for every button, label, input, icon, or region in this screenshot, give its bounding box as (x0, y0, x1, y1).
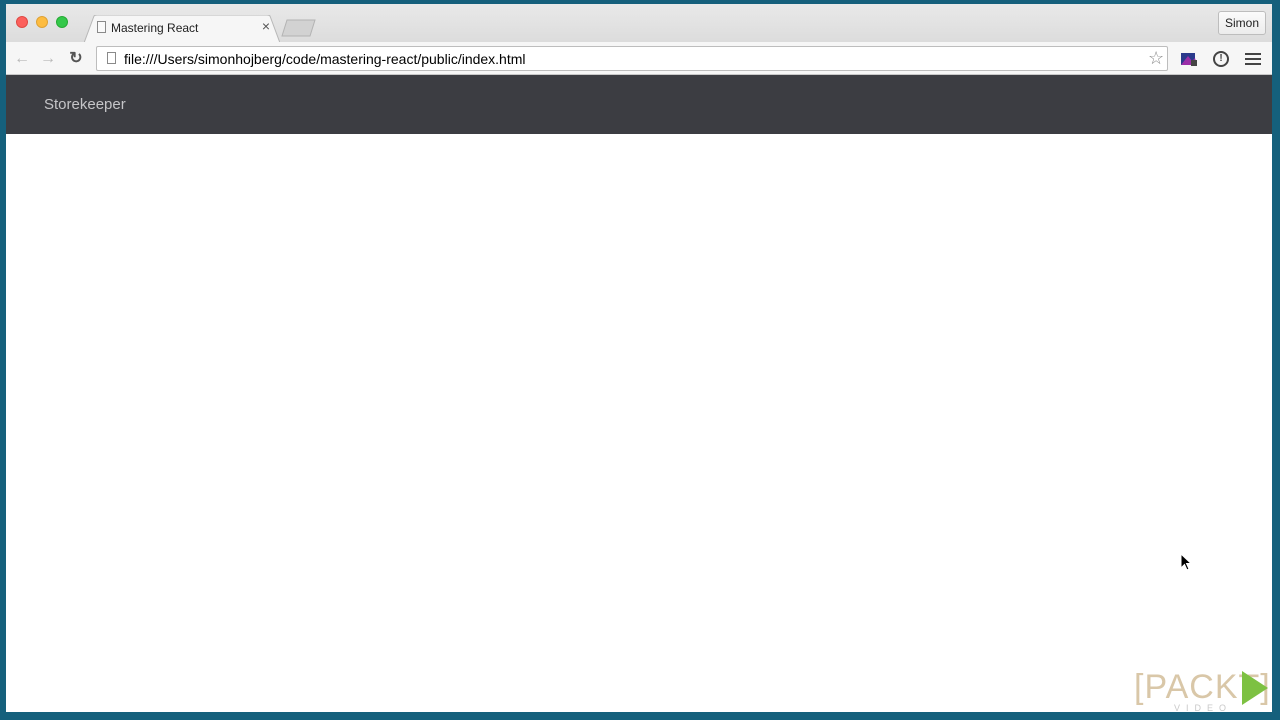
new-tab-button[interactable] (281, 19, 317, 37)
page-content (6, 134, 1272, 712)
back-arrow-icon[interactable]: ← (13, 50, 31, 68)
page-icon (107, 52, 116, 64)
minimize-window-button[interactable] (36, 16, 48, 28)
profile-button[interactable]: Simon (1218, 11, 1266, 35)
tab-close-icon[interactable]: × (260, 19, 272, 33)
tab-mastering-react[interactable]: Mastering React × (84, 15, 280, 43)
watermark-sub: VIDEO (1174, 703, 1233, 713)
play-icon (1242, 671, 1268, 705)
browser-window: Mastering React × Simon ← → ↻ file:///Us… (6, 4, 1272, 712)
page-icon (97, 21, 106, 33)
tab-strip: Mastering React × Simon (6, 4, 1272, 43)
extension-icon[interactable] (1180, 51, 1198, 67)
app-navbar: Storekeeper (6, 75, 1272, 134)
forward-arrow-icon[interactable]: → (39, 50, 57, 68)
star-icon[interactable]: ☆ (1148, 48, 1164, 68)
close-window-button[interactable] (16, 16, 28, 28)
browser-toolbar: ← → ↻ file:///Users/simonhojberg/code/ma… (6, 42, 1272, 75)
desktop-frame: Mastering React × Simon ← → ↻ file:///Us… (0, 0, 1280, 720)
info-icon[interactable]: ! (1213, 51, 1229, 67)
navbar-brand[interactable]: Storekeeper (44, 96, 126, 113)
tab-title: Mastering React (111, 21, 199, 35)
reload-icon[interactable]: ↻ (67, 50, 85, 68)
mouse-cursor-icon (1180, 553, 1192, 571)
address-bar[interactable]: file:///Users/simonhojberg/code/masterin… (96, 46, 1168, 71)
packt-watermark: [PACKT] VIDEO (1134, 667, 1274, 715)
hamburger-menu-icon[interactable] (1245, 53, 1261, 65)
zoom-window-button[interactable] (56, 16, 68, 28)
url-text[interactable]: file:///Users/simonhojberg/code/masterin… (124, 51, 526, 67)
